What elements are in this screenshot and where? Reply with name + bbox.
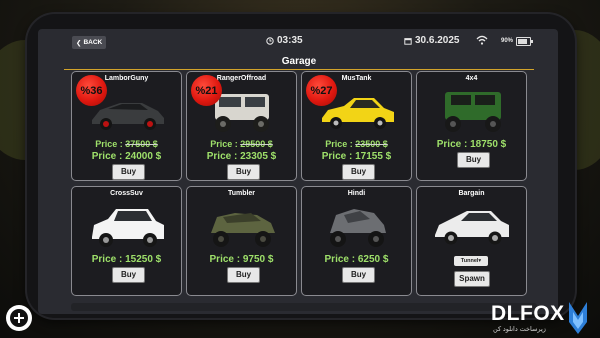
- buy-button[interactable]: Buy: [112, 164, 145, 180]
- price: Price : 9750 $: [209, 254, 274, 265]
- clock-icon: [266, 36, 274, 45]
- car-card-crosssuv: CrossSuv Price : 15250 $ Buy: [71, 186, 182, 296]
- calendar-icon: [404, 37, 412, 45]
- old-price-amount: 29500 $: [240, 139, 273, 149]
- car-name: Tumbler: [227, 190, 256, 197]
- old-price: Price : 29500 $: [210, 139, 273, 149]
- chevron-down-icon: ▾: [478, 258, 482, 264]
- add-button[interactable]: [6, 305, 32, 331]
- discount-badge: %27: [306, 75, 337, 106]
- buy-button[interactable]: Buy: [112, 267, 145, 283]
- clock: 03:35: [266, 35, 303, 46]
- plus-icon: [10, 309, 28, 327]
- car-card-tumbler: Tumbler Price : 9750 $ Buy: [186, 186, 297, 296]
- buy-button[interactable]: Buy: [342, 164, 375, 180]
- price-amount: 24000 $: [125, 151, 162, 162]
- discount-badge: %21: [191, 75, 222, 106]
- car-image: [211, 213, 275, 247]
- car-image: [435, 211, 509, 245]
- battery-icon: [516, 37, 533, 46]
- tablet-screen: ❮ BACK 03:35 30.6.2025 90% Garage Lambor…: [38, 29, 558, 314]
- car-name: 4x4: [465, 75, 478, 82]
- car-card-lamborguny: LamborGuny %36 Price : 37500 $ Price : 2…: [71, 71, 182, 181]
- price-amount: 9750 $: [242, 254, 274, 265]
- car-card-rangeroffroad: RangerOffroad %21 Price : 29500 $ Price …: [186, 71, 297, 181]
- car-image: [92, 209, 164, 247]
- price: Price : 6250 $: [324, 254, 389, 265]
- watermark-logo: DLFOX زیرساخت دانلود کن: [491, 302, 591, 336]
- title-divider: [64, 69, 534, 70]
- old-price-amount: 37500 $: [125, 139, 158, 149]
- status-bar: ❮ BACK 03:35 30.6.2025 90%: [38, 29, 558, 55]
- price-amount: 6250 $: [357, 254, 389, 265]
- price: Price : 23305 $: [206, 151, 277, 162]
- buy-button[interactable]: Buy: [457, 152, 490, 168]
- watermark-tagline: زیرساخت دانلود کن: [493, 326, 546, 333]
- spawn-button[interactable]: Spawn: [454, 271, 490, 287]
- price: Price : 24000 $: [91, 151, 162, 162]
- fox-icon: [569, 302, 587, 334]
- car-card-4x4: 4x4 Price : 18750 $ Buy: [416, 71, 527, 181]
- price: Price : 17155 $: [321, 151, 392, 162]
- car-image: [445, 92, 501, 132]
- date: 30.6.2025: [404, 35, 460, 46]
- tunnel-dropdown[interactable]: Tunnel▾: [454, 256, 488, 266]
- car-card-hindi: Hindi Price : 6250 $ Buy: [301, 186, 412, 296]
- car-image: [330, 209, 386, 247]
- discount-badge: %36: [76, 75, 107, 106]
- wifi-icon: [476, 35, 488, 45]
- car-name: CrossSuv: [110, 190, 143, 197]
- car-card-bargain: Bargain Tunnel▾ Spawn: [416, 186, 527, 296]
- car-name: Hindi: [347, 190, 366, 197]
- buy-button[interactable]: Buy: [227, 267, 260, 283]
- car-card-mustank: MusTank %27 Price : 23500 $ Price : 1715…: [301, 71, 412, 181]
- date-text: 30.6.2025: [415, 35, 460, 46]
- battery-percent: 90%: [501, 38, 514, 44]
- old-price: Price : 37500 $: [95, 139, 158, 149]
- bottom-bar: [71, 303, 537, 311]
- old-price-amount: 23500 $: [355, 139, 388, 149]
- price-amount: 15250 $: [125, 254, 162, 265]
- price: Price : 15250 $: [91, 254, 162, 265]
- page-title: Garage: [281, 56, 317, 67]
- price: Price : 18750 $: [436, 139, 507, 150]
- old-price: Price : 23500 $: [325, 139, 388, 149]
- car-name: Bargain: [458, 190, 485, 197]
- time-text: 03:35: [277, 35, 303, 46]
- back-button[interactable]: ❮ BACK: [72, 36, 107, 49]
- watermark-brand: DLFOX: [491, 302, 565, 325]
- buy-button[interactable]: Buy: [227, 164, 260, 180]
- car-grid: LamborGuny %36 Price : 37500 $ Price : 2…: [71, 71, 537, 299]
- price-amount: 23305 $: [240, 151, 277, 162]
- price-amount: 18750 $: [470, 139, 507, 150]
- chevron-left-icon: ❮: [76, 39, 82, 47]
- price-amount: 17155 $: [355, 151, 392, 162]
- buy-button[interactable]: Buy: [342, 267, 375, 283]
- back-label: BACK: [83, 39, 103, 46]
